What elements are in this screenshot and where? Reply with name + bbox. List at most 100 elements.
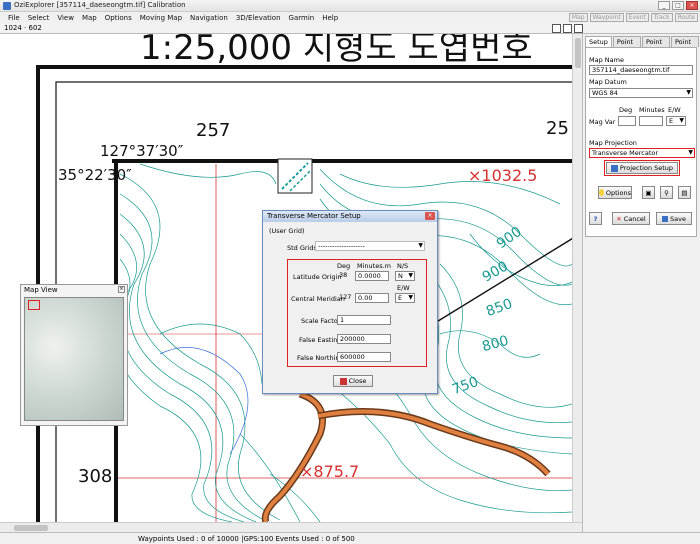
maximize-button[interactable]: □ bbox=[672, 1, 684, 10]
dialog-title-bar[interactable]: Transverse Mercator Setup × bbox=[263, 211, 437, 222]
user-grid-label: (User Grid) bbox=[269, 227, 305, 235]
minimize-button[interactable]: _ bbox=[658, 1, 670, 10]
scale-factor-input[interactable]: 1 bbox=[337, 315, 391, 325]
ew-column-header: E/W bbox=[397, 284, 410, 292]
tab-point-1[interactable]: Point 1 bbox=[612, 36, 641, 56]
longitude-label: 127°37′30″ bbox=[100, 142, 184, 160]
magnifier-icon: ⚲ bbox=[664, 188, 669, 197]
mag-var-minutes[interactable] bbox=[639, 116, 663, 126]
chevron-down-icon: ▼ bbox=[418, 242, 423, 249]
close-door-icon bbox=[339, 377, 347, 385]
latitude-label: 35°22′30″ bbox=[58, 166, 132, 184]
dialog-close-icon[interactable]: × bbox=[425, 212, 435, 220]
chevron-down-icon: ▼ bbox=[686, 89, 691, 96]
menu-navigation[interactable]: Navigation bbox=[186, 14, 232, 22]
menu-moving-map[interactable]: Moving Map bbox=[136, 14, 186, 22]
title-bar: OziExplorer [357114_daeseongtm.tif] Cali… bbox=[0, 0, 700, 12]
central-meridian-ew-select[interactable]: E ▼ bbox=[395, 293, 415, 303]
map-name-input[interactable]: 357114_daeseongtm.tif bbox=[589, 65, 693, 75]
save-file-button[interactable]: ▤ bbox=[678, 186, 691, 199]
false-easting-label: False Easting bbox=[299, 336, 342, 344]
help-button[interactable]: ? bbox=[589, 212, 602, 225]
latitude-origin-deg[interactable]: 38 bbox=[337, 271, 351, 281]
menu-garmin[interactable]: Garmin bbox=[285, 14, 319, 22]
viewport-indicator[interactable] bbox=[28, 300, 40, 310]
latitude-origin-minutes[interactable]: 0.0000 bbox=[355, 271, 389, 281]
mag-ew-header: E/W bbox=[668, 106, 681, 114]
cancel-x-icon: ✕ bbox=[616, 214, 622, 223]
map-view-close-button[interactable]: × bbox=[118, 286, 125, 293]
minutes-column-header: Minutes.m bbox=[357, 262, 391, 270]
map-projection-select[interactable]: Transverse Mercator ▼ bbox=[589, 148, 695, 158]
close-map-icon[interactable] bbox=[574, 24, 583, 33]
tab-setup[interactable]: Setup bbox=[585, 36, 612, 47]
map-view-window[interactable]: Map View × bbox=[20, 284, 128, 426]
dialog-close-button[interactable]: Close bbox=[333, 375, 373, 387]
save-button[interactable]: Save bbox=[656, 212, 692, 225]
central-meridian-minutes[interactable]: 0.00 bbox=[355, 293, 389, 303]
map-projection-label: Map Projection bbox=[589, 139, 637, 147]
status-bar: Waypoints Used : 0 of 10000 |GPS:100 Eve… bbox=[0, 532, 700, 544]
chevron-down-icon: ▼ bbox=[408, 294, 413, 301]
app-icon bbox=[3, 2, 11, 10]
check-icon: ▣ bbox=[645, 188, 652, 197]
transverse-mercator-dialog: Transverse Mercator Setup × (User Grid) … bbox=[262, 210, 438, 394]
peak-elevation-1032: ×1032.5 bbox=[468, 166, 538, 185]
close-button[interactable]: × bbox=[686, 1, 698, 10]
tab-route[interactable]: Route bbox=[674, 13, 698, 22]
save-disk-icon bbox=[662, 215, 669, 222]
tab-map[interactable]: Map bbox=[568, 13, 588, 22]
menu-map[interactable]: Map bbox=[78, 14, 101, 22]
calibration-side-panel: Setup Point 1 Point 2 Point 3 Map Name 3… bbox=[582, 34, 700, 532]
horizontal-scroll-thumb[interactable] bbox=[14, 525, 48, 531]
std-grids-label: Std Grids bbox=[287, 244, 317, 252]
window-title: OziExplorer [357114_daeseongtm.tif] Cali… bbox=[14, 1, 186, 9]
peak-elevation-875: ×875.7 bbox=[300, 462, 360, 481]
menu-view[interactable]: View bbox=[53, 14, 78, 22]
vertical-scroll-thumb[interactable] bbox=[575, 38, 581, 68]
tile-window-icon[interactable] bbox=[552, 24, 561, 33]
setup-panel: Map Name 357114_daeseongtm.tif Map Datum… bbox=[585, 47, 697, 237]
menu-3d-elevation[interactable]: 3D/Elevation bbox=[232, 14, 285, 22]
ns-column-header: N/S bbox=[397, 262, 409, 270]
chevron-down-icon: ▼ bbox=[688, 149, 693, 156]
map-datum-select[interactable]: WGS 84 ▼ bbox=[589, 88, 693, 98]
horizontal-scrollbar[interactable] bbox=[0, 522, 582, 532]
grid-label-25: 25 bbox=[546, 118, 569, 139]
vertical-scrollbar[interactable] bbox=[572, 34, 582, 522]
projection-setup-button[interactable]: Projection Setup bbox=[604, 160, 680, 176]
restore-window-icon[interactable] bbox=[563, 24, 572, 33]
latitude-ns-select[interactable]: N ▼ bbox=[395, 271, 415, 281]
dialog-title: Transverse Mercator Setup bbox=[267, 212, 361, 220]
tab-waypoint[interactable]: Waypoint bbox=[589, 13, 624, 22]
std-grids-select[interactable]: -------------------- ▼ bbox=[315, 241, 425, 251]
central-meridian-deg[interactable]: 127 bbox=[337, 293, 353, 303]
latitude-origin-label: Latitude Origin bbox=[293, 273, 342, 281]
tab-event[interactable]: Event bbox=[625, 13, 649, 22]
options-button[interactable]: Options bbox=[598, 186, 632, 199]
menu-options[interactable]: Options bbox=[101, 14, 136, 22]
map-overview-image[interactable] bbox=[24, 297, 124, 421]
menu-help[interactable]: Help bbox=[318, 14, 342, 22]
projection-icon bbox=[610, 164, 618, 172]
mag-var-deg[interactable] bbox=[618, 116, 636, 126]
disk-icon: ▤ bbox=[681, 188, 688, 197]
mag-var-ew-select[interactable]: E ▼ bbox=[666, 116, 686, 126]
tab-point-3[interactable]: Point 3 bbox=[670, 36, 700, 56]
menu-select[interactable]: Select bbox=[24, 14, 54, 22]
tab-point-2[interactable]: Point 2 bbox=[641, 36, 670, 56]
help-icon: ? bbox=[593, 214, 598, 223]
false-northing-input[interactable]: 600000 bbox=[337, 352, 391, 362]
false-easting-input[interactable]: 200000 bbox=[337, 334, 391, 344]
status-text: Waypoints Used : 0 of 10000 |GPS:100 Eve… bbox=[138, 535, 355, 543]
chevron-down-icon: ▼ bbox=[679, 117, 684, 124]
deg-column-header: Deg bbox=[337, 262, 351, 270]
zoom-button[interactable]: ⚲ bbox=[660, 186, 673, 199]
check-point-button[interactable]: ▣ bbox=[642, 186, 655, 199]
menu-file[interactable]: File bbox=[4, 14, 24, 22]
scale-factor-label: Scale Factor bbox=[301, 317, 341, 325]
map-sheet-title: 1:25,000 지형도 도엽번호 bbox=[140, 34, 533, 68]
map-name-label: Map Name bbox=[589, 56, 624, 64]
tab-track[interactable]: Track bbox=[650, 13, 673, 22]
cancel-button[interactable]: ✕ Cancel bbox=[612, 212, 650, 225]
